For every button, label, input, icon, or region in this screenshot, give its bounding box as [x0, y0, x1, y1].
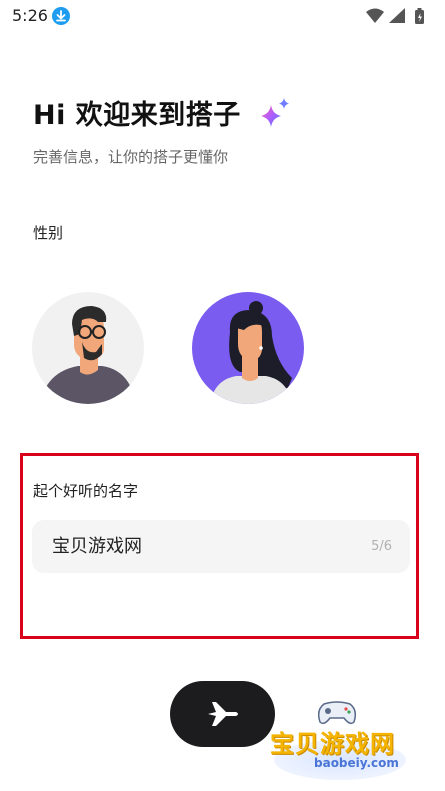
status-time: 5:26: [12, 6, 48, 25]
name-label: 起个好听的名字: [33, 482, 139, 500]
page-title: Hi 欢迎来到搭子: [33, 100, 241, 131]
sparkle-icon: [259, 97, 293, 131]
battery-icon: [415, 8, 424, 24]
welcome-header: Hi 欢迎来到搭子: [33, 93, 289, 133]
gender-label: 性别: [33, 224, 64, 242]
female-avatar-option[interactable]: [192, 292, 304, 404]
status-icons: [365, 6, 431, 26]
next-button[interactable]: [170, 681, 275, 747]
status-bar: 5:26: [0, 0, 445, 32]
male-avatar-option[interactable]: [32, 292, 144, 404]
page-subtitle: 完善信息，让你的搭子更懂你: [33, 148, 229, 166]
male-avatar-icon: [40, 306, 136, 404]
watermark-text: 宝贝游戏网: [270, 730, 395, 758]
name-input-field[interactable]: 宝贝游戏网 5/6: [32, 520, 410, 573]
wifi-icon: [366, 8, 384, 23]
watermark-url: baobeiy.com: [314, 756, 399, 770]
download-icon: [52, 7, 70, 25]
signal-icon: [389, 8, 405, 23]
paper-plane-icon: [208, 702, 238, 726]
name-input-value[interactable]: 宝贝游戏网: [52, 520, 142, 573]
watermark-logo: 宝贝游戏网 baobeiy.com: [268, 698, 418, 786]
female-avatar-icon: [210, 301, 292, 404]
name-char-counter: 5/6: [371, 539, 392, 554]
gamepad-icon: [317, 701, 357, 725]
